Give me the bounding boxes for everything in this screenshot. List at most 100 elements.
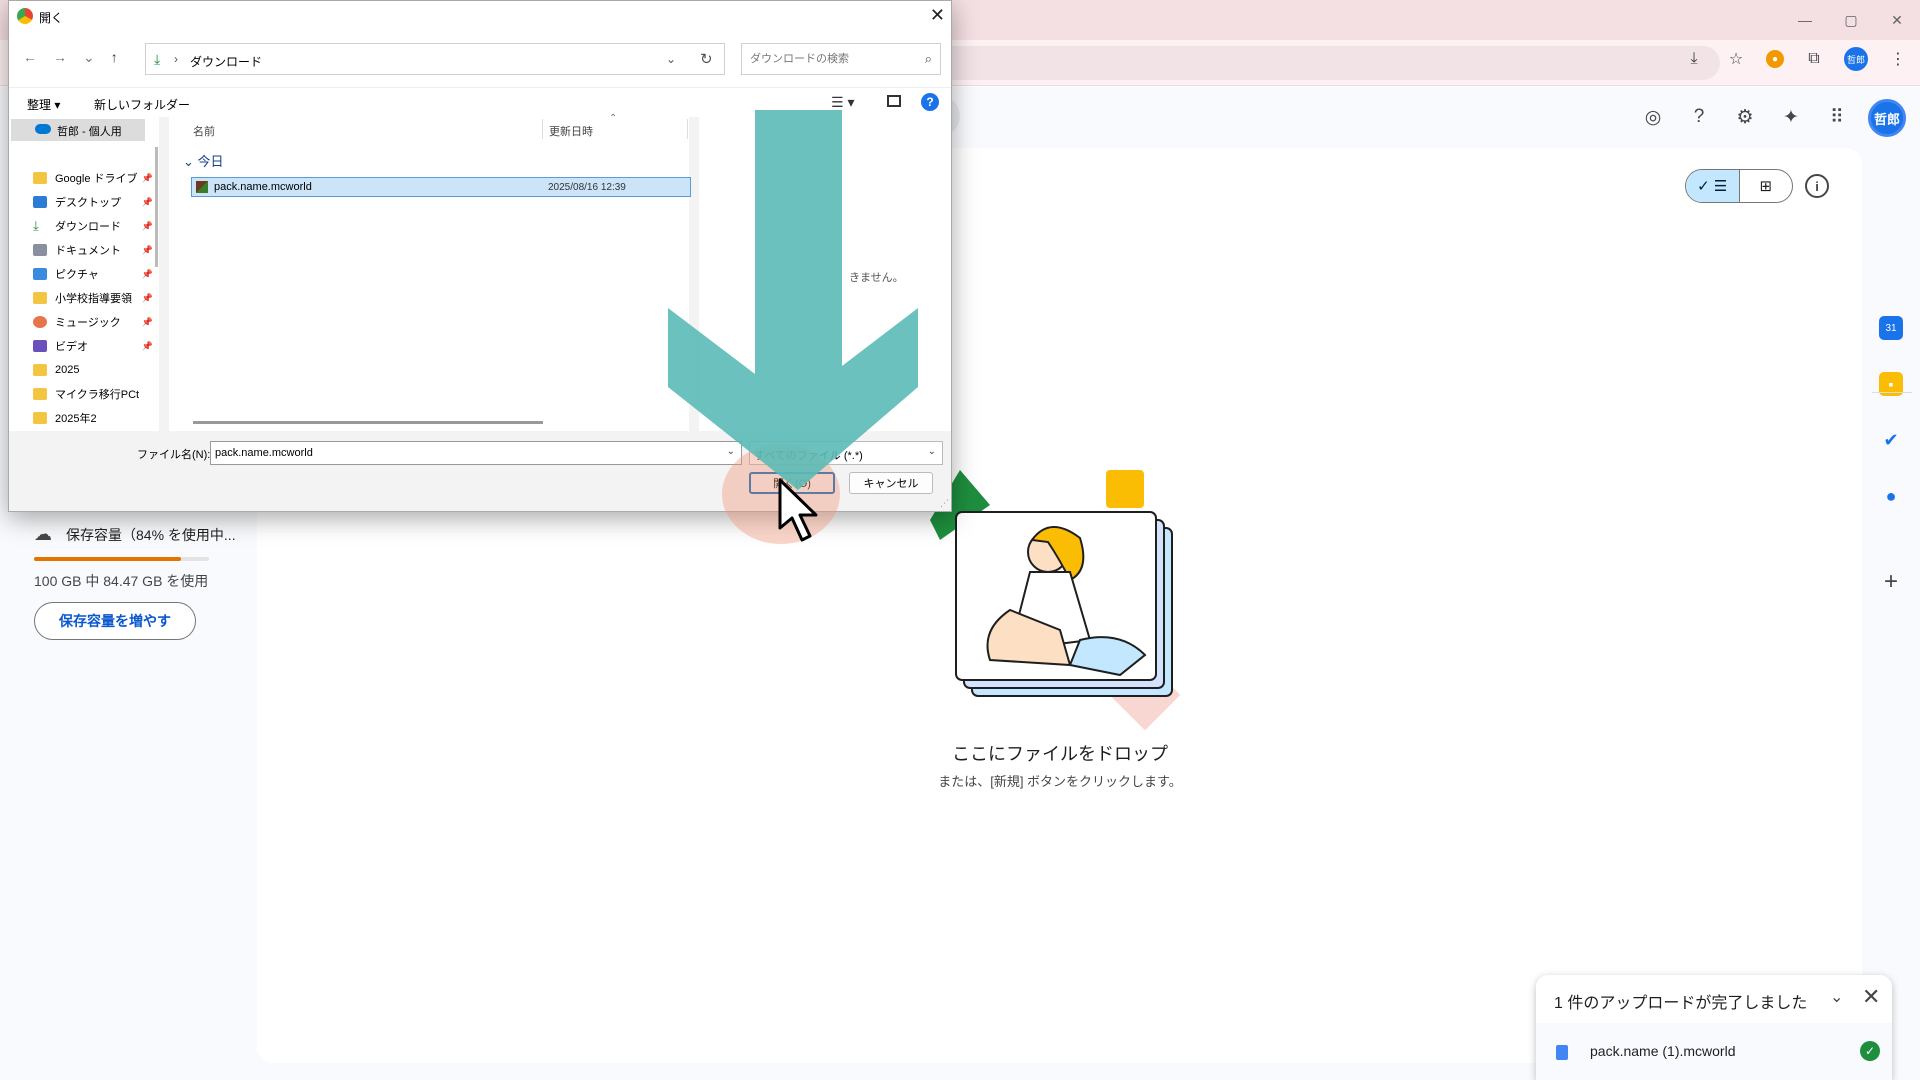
grid-view-button[interactable]: ⊞ [1740,170,1793,202]
nav-item-label: ドキュメント [55,245,121,257]
nav-item-music[interactable]: ミュージック 📌 [33,311,157,333]
pin-icon: 📌 [141,340,153,351]
resize-grip-icon[interactable]: ⋰ [940,498,949,509]
navigation-pane: 哲郎 - 個人用 Google ドライブ 📌 デスクトップ 📌 ⤓ ダウンロード… [9,117,159,431]
calendar-icon[interactable]: 31 [1879,316,1903,340]
nav-item-guidelines-folder[interactable]: 小学校指導要領 📌 [33,287,157,309]
search-input[interactable] [750,45,910,73]
music-icon [33,316,47,328]
tasks-icon[interactable]: ✔ [1879,428,1903,452]
address-bar[interactable] [900,46,1720,80]
forward-arrow-icon[interactable]: → [53,49,67,66]
down-arrow-overlay-icon [668,110,918,490]
nav-item-label: ミュージック [55,317,121,329]
help-icon[interactable]: ? [921,93,939,111]
minimize-button[interactable]: — [1782,0,1828,40]
onedrive-icon [35,124,51,134]
search-icon[interactable]: ⌕ [925,51,932,67]
nav-item-2025[interactable]: 2025 [33,359,157,381]
upload-close-icon[interactable]: ✕ [1862,984,1880,1010]
cloud-icon: ☁ [34,524,52,544]
upload-title: 1 件のアップロードが完了しました [1554,995,1808,1012]
pin-icon: 📌 [141,244,153,255]
info-icon[interactable]: i [1805,174,1829,198]
upload-file-name: pack.name (1).mcworld [1590,1043,1736,1059]
nav-item-google-drive[interactable]: Google ドライブ 📌 [33,167,157,189]
group-header-today[interactable]: ⌄ 今日 [183,151,224,170]
menu-icon[interactable]: ⋮ [1886,47,1910,71]
nav-buttons: ← → ⌄ ↑ [23,49,118,66]
account-avatar[interactable]: 哲郎 [1868,99,1906,137]
view-options-icon[interactable]: ☰ ▾ [831,94,854,111]
dialog-titlebar: 開く ✕ [9,1,951,31]
column-header-date[interactable]: 更新日時 [549,123,593,139]
restore-button[interactable]: ▢ [1828,0,1874,40]
list-view-button[interactable]: ✓ ☰ [1686,170,1740,202]
address-dropdown-icon[interactable]: ⌄ [666,52,676,66]
folder-icon [33,292,47,304]
apps-grid-icon[interactable]: ⠿ [1824,104,1850,130]
folder-icon [33,412,47,424]
nav-item-pictures[interactable]: ピクチャ 📌 [33,263,157,285]
breadcrumb-downloads[interactable]: ダウンロード [190,53,262,70]
profile-avatar[interactable]: 哲郎 [1844,47,1868,71]
nav-item-2025-2[interactable]: 2025年2 [33,407,157,429]
nav-item-minecraft-folder[interactable]: マイクラ移行PCtoiPad [33,383,157,405]
star-icon[interactable]: ☆ [1724,47,1748,71]
pin-icon: 📌 [141,172,153,183]
nav-item-label: ビデオ [55,341,88,353]
group-label: 今日 [197,154,224,169]
desktop-icon [33,196,47,208]
pin-icon: 📌 [141,268,153,279]
nav-item-onedrive[interactable]: 哲郎 - 個人用 [11,119,145,141]
nav-item-label: マイクラ移行PCtoiPad [55,389,139,401]
pin-icon: 📌 [141,316,153,327]
window-close-button[interactable]: ✕ [1874,0,1920,40]
up-arrow-icon[interactable]: ↑ [111,49,118,66]
contacts-icon[interactable]: ● [1879,484,1903,508]
extension-icon[interactable]: ● [1766,50,1784,68]
file-date: 2025/08/16 12:39 [548,182,626,193]
collapse-chevron-icon[interactable]: ⌄ [1830,987,1843,1007]
dialog-address-bar[interactable]: ⤓ › ダウンロード ⌄ ↻ [145,43,725,75]
dialog-close-icon[interactable]: ✕ [930,5,945,26]
nav-item-label: Google ドライブ [55,173,138,185]
horizontal-scrollbar[interactable] [193,421,543,424]
storage-title-text: 保存容量（84% を使用中... [66,526,236,543]
back-arrow-icon[interactable]: ← [23,49,37,66]
nav-item-documents[interactable]: ドキュメント 📌 [33,239,157,261]
organize-menu[interactable]: 整理 ▾ [27,96,60,113]
get-more-storage-button[interactable]: 保存容量を増やす [34,602,196,640]
pictures-icon [33,268,47,280]
upload-row[interactable]: pack.name (1).mcworld ✓ [1536,1023,1892,1080]
group-chevron-icon: ⌄ [183,154,198,169]
refresh-icon[interactable]: ↻ [700,50,713,68]
settings-icon[interactable]: ⚙ [1732,104,1758,130]
gemini-icon[interactable]: ✦ [1778,104,1804,130]
add-addon-icon[interactable]: + [1879,568,1903,595]
recent-chevron-icon[interactable]: ⌄ [83,49,95,66]
preview-pane-icon[interactable] [887,95,901,107]
filename-input[interactable] [215,443,705,463]
nav-item-downloads[interactable]: ⤓ ダウンロード 📌 [33,215,157,237]
side-panel: 31 ▪ ✔ ● + [1862,150,1920,1080]
storage-bar-fill [34,557,181,561]
downloads-icon: ⤓ [154,51,161,67]
nav-item-label: ダウンロード [55,221,121,233]
video-icon [33,340,47,352]
puzzle-icon[interactable]: ⧉ [1802,47,1826,71]
nav-item-label: デスクトップ [55,197,121,209]
column-header-name[interactable]: 名前 [193,123,215,139]
file-icon [1556,1045,1568,1060]
file-row[interactable]: pack.name.mcworld 2025/08/16 12:39 [191,177,691,197]
offline-ready-icon[interactable]: ◎ [1640,104,1666,130]
nav-item-label: ピクチャ [55,269,99,281]
new-folder-button[interactable]: 新しいフォルダー [94,96,190,113]
storage-bar [34,557,209,561]
column-divider[interactable] [542,119,543,139]
help-icon[interactable]: ? [1686,104,1712,130]
download-icon[interactable]: ⤓ [1682,47,1706,71]
storage-title[interactable]: ☁ 保存容量（84% を使用中... [34,524,236,545]
nav-item-desktop[interactable]: デスクトップ 📌 [33,191,157,213]
nav-item-videos[interactable]: ビデオ 📌 [33,335,157,357]
